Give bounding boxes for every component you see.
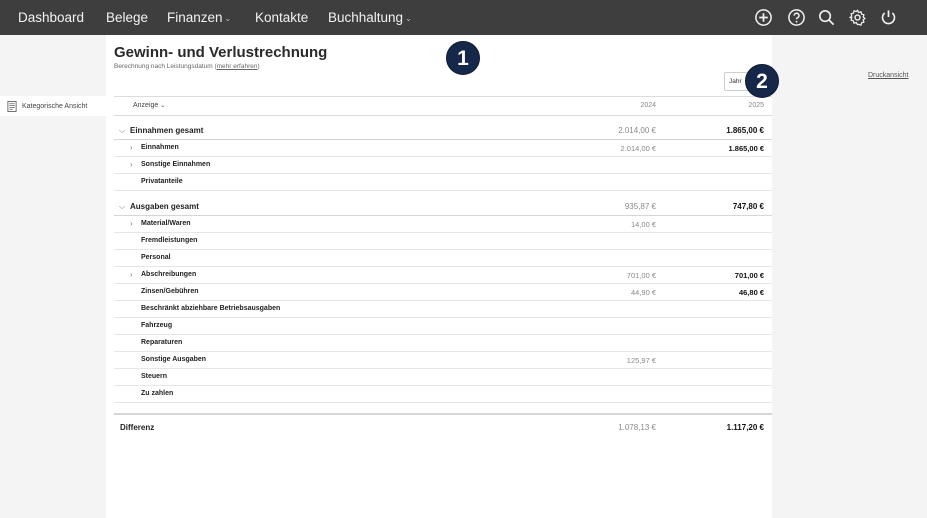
chevron-right-icon[interactable]: › [130,270,133,279]
column-header-2024: 2024 [640,102,656,109]
value-2025: 1.865,00 € [726,126,764,135]
display-dropdown-label: Anzeige [133,102,159,109]
total-label: Differenz [120,423,155,432]
row-label: Einnahmen [141,144,179,151]
total-2025: 1.117,20 € [726,423,764,432]
row-label: Sonstige Einnahmen [141,161,211,168]
value-2024: 44,90 € [630,288,656,297]
nav-dashboard-label: Dashboard [18,10,85,25]
sidebar-item-kategorische-ansicht[interactable]: Kategorische Ansicht [0,96,106,116]
table-group-row[interactable]: ⌵ Ausgaben gesamt 935,87 € 747,80 € [114,199,772,216]
power-icon[interactable] [879,8,898,27]
chevron-right-icon[interactable]: › [130,143,133,152]
nav-kontakte[interactable]: Kontakte [255,0,308,35]
chevron-right-icon[interactable]: › [130,160,133,169]
search-icon[interactable] [817,8,836,27]
help-circle-icon[interactable] [787,8,806,27]
value-2025: 46,80 € [738,288,764,297]
learn-more-link[interactable]: mehr erfahren [217,63,258,70]
row-label: Steuern [141,373,168,380]
page-title: Gewinn- und Verlustrechnung [114,44,328,61]
chevron-down-icon: ⌄ [405,14,412,23]
table-row[interactable]: › Material/Waren 14,00 € [114,216,772,233]
nav-finanzen[interactable]: Finanzen ⌄ [167,0,231,35]
top-navigation-bar: Dashboard Belege Finanzen ⌄ Kontakte Buch… [0,0,927,35]
main-content: Gewinn- und Verlustrechnung Berechnung n… [106,35,772,518]
pnl-table: Anzeige ⌄ 2024 2025 ⌵ Einnahmen gesamt 2.0… [114,96,772,432]
chevron-down-icon[interactable]: ⌵ [119,126,125,136]
chevron-right-icon[interactable]: › [130,219,133,228]
table-total-row: Differenz 1.078,13 € 1.117,20 € [114,413,772,439]
document-icon [7,100,17,112]
value-2024: 2.014,00 € [620,144,656,153]
subtitle-paren-close: ) [257,63,260,70]
table-row[interactable]: › Sonstige Einnahmen [114,157,772,174]
row-label: Personal [141,254,171,261]
page-subtitle: Berechnung nach Leistungsdatum (mehr erf… [114,63,260,70]
column-header-2025: 2025 [748,102,764,109]
table-row: Zinsen/Gebühren 44,90 € 46,80 € [114,284,772,301]
row-label: Einnahmen gesamt [130,126,204,135]
table-row: Reparaturen [114,335,772,352]
table-row: Personal [114,250,772,267]
nav-belege[interactable]: Belege [106,0,148,35]
value-2025: 701,00 € [734,271,764,280]
nav-finanzen-label: Finanzen [167,10,223,25]
table-row: Privatanteile [114,174,772,191]
table-row: Beschränkt abziehbare Betriebsausgaben [114,301,772,318]
row-label: Fremdleistungen [141,237,198,244]
table-row[interactable]: › Einnahmen 2.014,00 € 1.865,00 € [114,140,772,157]
value-2025: 747,80 € [732,202,764,211]
row-label: Abschreibungen [141,271,197,278]
table-group-row[interactable]: ⌵ Einnahmen gesamt 2.014,00 € 1.865,00 € [114,123,772,140]
table-row: Zu zahlen [114,386,772,403]
display-dropdown[interactable]: Anzeige ⌄ [133,102,165,109]
value-2025: 1.865,00 € [728,144,764,153]
row-label: Material/Waren [141,220,191,227]
value-2024: 14,00 € [630,220,656,229]
nav-buchhaltung-label: Buchhaltung [328,10,404,25]
table-row: Fremdleistungen [114,233,772,250]
row-label: Reparaturen [141,339,183,346]
table-header: Anzeige ⌄ 2024 2025 [114,96,772,116]
print-view-link[interactable]: Druckansicht [868,72,908,79]
annotation-badge-1: 1 [446,41,480,75]
plus-circle-icon[interactable] [754,8,773,27]
table-row: Fahrzeug [114,318,772,335]
row-label: Privatanteile [141,178,183,185]
table-row: Sonstige Ausgaben 125,97 € [114,352,772,369]
annotation-badge-2: 2 [745,64,779,98]
chevron-down-icon[interactable]: ⌵ [119,202,125,212]
chevron-down-icon: ⌄ [224,14,232,23]
table-row: Steuern [114,369,772,386]
row-label: Zinsen/Gebühren [141,288,199,295]
value-2024: 2.014,00 € [618,126,656,135]
sidebar-item-label: Kategorische Ansicht [22,102,88,110]
subtitle-text: Berechnung nach Leistungsdatum [114,63,213,70]
nav-buchhaltung[interactable]: Buchhaltung ⌄ [328,0,412,35]
row-label: Beschränkt abziehbare Betriebsausgaben [141,305,281,312]
nav-dashboard[interactable]: Dashboard [18,0,84,35]
nav-belege-label: Belege [106,10,149,25]
row-label: Ausgaben gesamt [130,202,199,211]
total-2024: 1.078,13 € [618,423,656,432]
value-2024: 125,97 € [626,356,656,365]
value-2024: 701,00 € [626,271,656,280]
sidebar: Kategorische Ansicht [0,35,106,518]
chevron-down-icon: ⌄ [160,103,166,109]
row-label: Zu zahlen [141,390,174,397]
row-label: Sonstige Ausgaben [141,356,207,363]
value-2024: 935,87 € [624,202,656,211]
gear-icon[interactable] [848,8,867,27]
row-label: Fahrzeug [141,322,173,329]
nav-kontakte-label: Kontakte [255,10,309,25]
table-row[interactable]: › Abschreibungen 701,00 € 701,00 € [114,267,772,284]
